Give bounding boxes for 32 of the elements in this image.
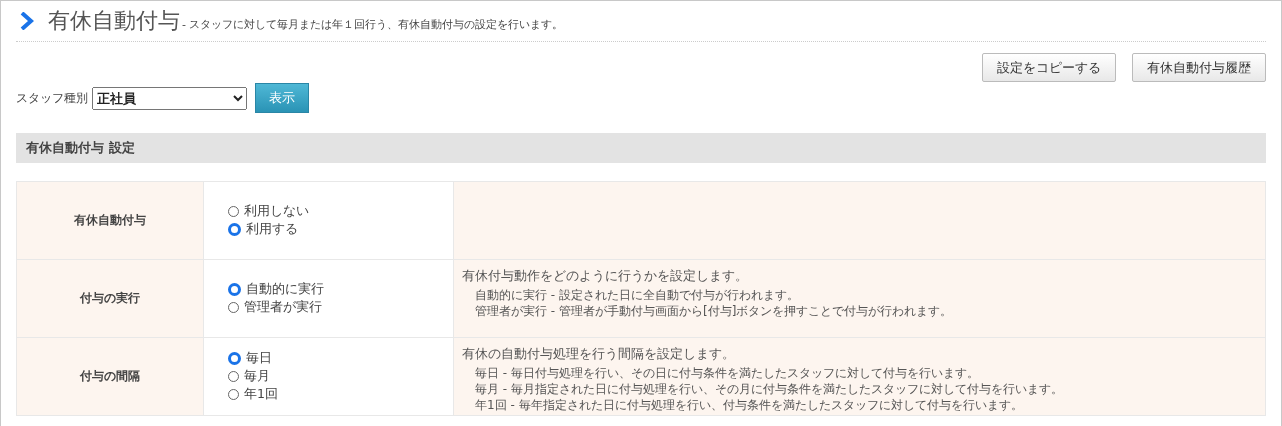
filter-label: スタッフ種別 (16, 89, 88, 107)
radio-button[interactable] (228, 371, 239, 382)
setting-label: 有休自動付与 (16, 181, 204, 260)
radio-button[interactable] (228, 352, 241, 365)
description-heading: 有休の自動付与処理を行う間隔を設定します。 (462, 346, 736, 362)
description-heading: 有休付与動作をどのように行うかを設定します。 (462, 268, 749, 284)
option-label: 毎月 (244, 368, 270, 385)
section-header: 有休自動付与 設定 (16, 133, 1266, 163)
page-title: 有休自動付与 (48, 7, 180, 35)
option-label: 管理者が実行 (244, 299, 322, 316)
setting-label: 付与の実行 (16, 259, 204, 338)
option-label: 利用しない (244, 203, 309, 220)
chevron-icon (20, 12, 34, 30)
description-text: 毎月 - 毎月指定された日に付与処理を行い、その月に付与条件を満たしたスタッフに対して付与を行います。 (474, 381, 1064, 397)
description-text: 毎日 - 毎日付与処理を行い、その日に付与条件を満たしたスタッフに対して付与を行います。 (474, 365, 980, 381)
radio-button[interactable] (228, 206, 239, 217)
radio-button[interactable] (228, 283, 241, 296)
option-label: 利用する (246, 221, 298, 238)
radio-button[interactable] (228, 223, 241, 236)
setting-label: 付与の間隔 (16, 337, 204, 416)
description-text: 自動的に実行 - 設定された日に全自動で付与が行われます。 (474, 287, 800, 303)
action-button[interactable]: 有休自動付与履歴 (1132, 53, 1266, 82)
description-text: 年1回 - 毎年指定された日に付与処理を行い、付与条件を満たしたスタッフに対して付与を行います。 (474, 397, 1024, 413)
option-label: 毎日 (246, 350, 272, 367)
option-label: 年1回 (244, 386, 278, 403)
radio-button[interactable] (228, 302, 239, 313)
action-button[interactable]: 設定をコピーする (982, 53, 1116, 82)
staff-type-select[interactable]: 正社員 (92, 86, 247, 110)
description-text: 管理者が実行 - 管理者が手動付与画面から[付与]ボタンを押すことで付与が行われます。 (474, 303, 954, 319)
radio-button[interactable] (228, 389, 239, 400)
page-subtitle: - スタッフに対して毎月または年１回行う、有休自動付与の設定を行います。 (182, 16, 564, 32)
option-label: 自動的に実行 (246, 281, 324, 298)
